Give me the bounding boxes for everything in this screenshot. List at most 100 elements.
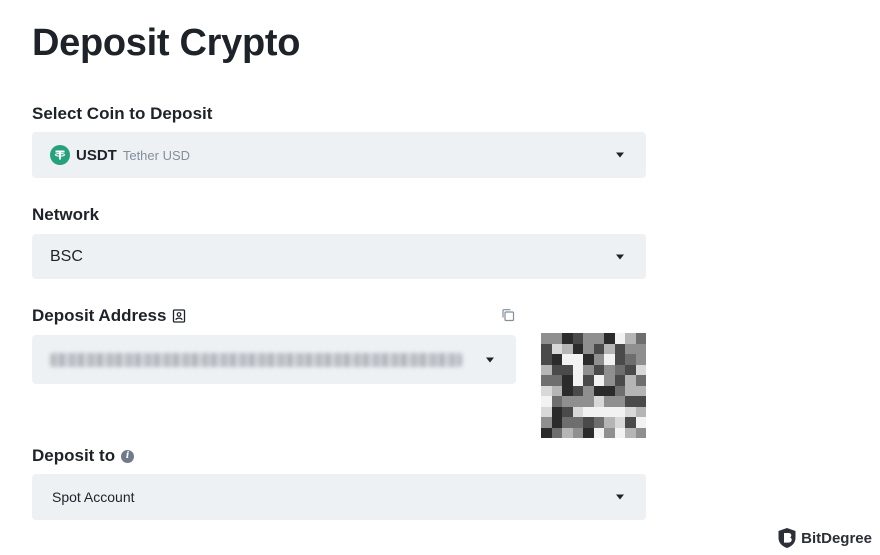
qr-pixel: [541, 396, 552, 407]
qr-pixel: [614, 343, 625, 354]
coin-label-text: Select Coin to Deposit: [32, 104, 213, 123]
qr-pixel: [604, 343, 615, 354]
qr-pixel: [562, 396, 573, 407]
bitdegree-logo-icon: [777, 527, 797, 549]
qr-pixel: [614, 427, 625, 438]
qr-code: [541, 333, 646, 438]
qr-pixel: [593, 385, 604, 396]
qr-pixel: [562, 343, 573, 354]
qr-pixel: [635, 364, 646, 375]
chevron-down-icon[interactable]: [616, 152, 624, 158]
qr-pixel: [625, 354, 636, 365]
qr-pixel: [541, 417, 552, 428]
qr-pixel: [583, 343, 594, 354]
qr-pixel: [593, 333, 604, 344]
qr-pixel: [541, 364, 552, 375]
qr-pixel: [635, 427, 646, 438]
qr-pixel: [614, 385, 625, 396]
copy-icon[interactable]: [501, 308, 515, 322]
qr-pixel: [572, 385, 583, 396]
qr-pixel: [572, 375, 583, 386]
qr-pixel: [562, 406, 573, 417]
address-label: Deposit Address: [32, 306, 186, 326]
qr-pixel: [583, 333, 594, 344]
deposit-crypto-page: Deposit Crypto Select Coin to Deposit US…: [0, 0, 880, 555]
qr-pixel: [604, 364, 615, 375]
qr-pixel: [614, 354, 625, 365]
qr-pixel: [562, 417, 573, 428]
qr-pixel: [614, 364, 625, 375]
qr-pixel: [572, 396, 583, 407]
chevron-down-icon[interactable]: [616, 494, 624, 500]
qr-pixel: [562, 385, 573, 396]
qr-pixel: [614, 417, 625, 428]
qr-pixel: [572, 427, 583, 438]
qr-pixel: [604, 333, 615, 344]
qr-pixel: [635, 406, 646, 417]
qr-pixel: [562, 427, 573, 438]
qr-pixel: [562, 333, 573, 344]
qr-pixel: [583, 396, 594, 407]
qr-pixel: [551, 375, 562, 386]
qr-pixel: [635, 354, 646, 365]
qr-pixel: [593, 364, 604, 375]
qr-pixel: [583, 375, 594, 386]
qr-pixel: [593, 417, 604, 428]
chevron-down-icon[interactable]: [486, 357, 494, 362]
deposit-to-label: Deposit to i: [32, 446, 135, 466]
qr-pixel: [614, 375, 625, 386]
qr-pixel: [614, 396, 625, 407]
qr-pixel: [541, 427, 552, 438]
qr-pixel: [614, 406, 625, 417]
address-field[interactable]: [32, 335, 516, 384]
bitdegree-watermark-text: BitDegree: [801, 529, 872, 547]
qr-pixel: [604, 375, 615, 386]
qr-pixel: [625, 396, 636, 407]
qr-pixel: [593, 406, 604, 417]
qr-pixel: [551, 364, 562, 375]
qr-pixel: [551, 333, 562, 344]
qr-pixel: [541, 333, 552, 344]
qr-pixel: [635, 375, 646, 386]
qr-pixel: [593, 354, 604, 365]
qr-pixel: [635, 417, 646, 428]
qr-pixel: [583, 385, 594, 396]
qr-pixel: [551, 417, 562, 428]
qr-pixel: [572, 354, 583, 365]
address-book-icon[interactable]: [172, 309, 186, 323]
deposit-to-label-text: Deposit to: [32, 446, 116, 465]
qr-pixel: [593, 427, 604, 438]
qr-pixel: [593, 375, 604, 386]
qr-pixel: [551, 396, 562, 407]
qr-pixel: [572, 333, 583, 344]
coin-select[interactable]: USDT Tether USD: [32, 132, 646, 178]
info-icon[interactable]: i: [121, 449, 135, 463]
bitdegree-watermark: BitDegree: [777, 527, 872, 549]
qr-pixel: [572, 343, 583, 354]
qr-pixel: [604, 354, 615, 365]
deposit-to-select[interactable]: Spot Account: [32, 474, 646, 520]
qr-pixel: [541, 354, 552, 365]
qr-pixel: [572, 417, 583, 428]
network-label-text: Network: [32, 205, 100, 224]
qr-pixel: [551, 354, 562, 365]
qr-pixel: [541, 375, 552, 386]
qr-pixel: [614, 333, 625, 344]
network-value: BSC: [50, 247, 83, 265]
deposit-to-value: Spot Account: [52, 489, 135, 505]
qr-pixel: [583, 364, 594, 375]
qr-pixel: [604, 385, 615, 396]
qr-pixel: [551, 385, 562, 396]
network-select[interactable]: BSC: [32, 234, 646, 279]
coin-name: Tether USD: [122, 147, 191, 163]
qr-pixel: [625, 364, 636, 375]
chevron-down-icon[interactable]: [616, 254, 624, 259]
qr-pixel: [572, 364, 583, 375]
qr-pixel: [572, 406, 583, 417]
tether-icon: [50, 145, 70, 165]
qr-pixel: [625, 385, 636, 396]
qr-pixel: [541, 343, 552, 354]
qr-pixel: [541, 385, 552, 396]
qr-pixel: [635, 343, 646, 354]
coin-symbol: USDT: [76, 146, 117, 164]
